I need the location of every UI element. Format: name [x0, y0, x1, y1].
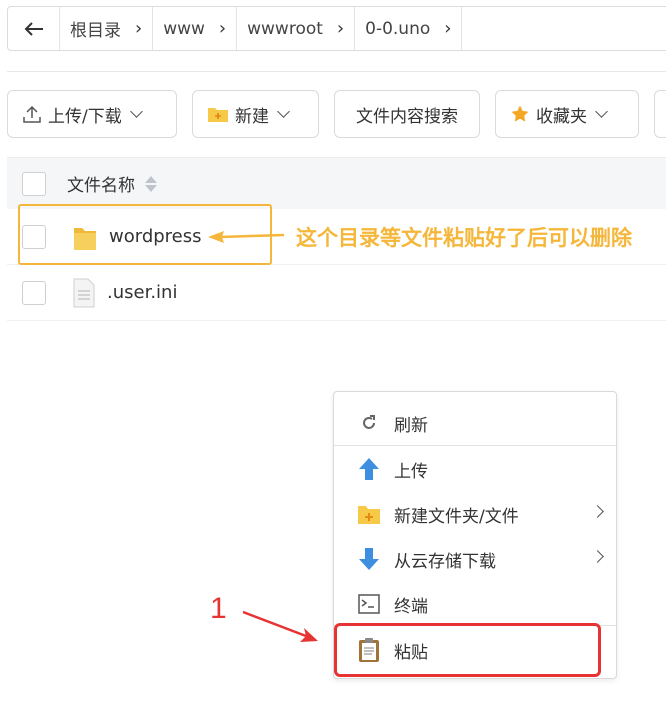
- upload-arrow-icon: [356, 457, 382, 481]
- upload-icon: [22, 104, 42, 124]
- table-row[interactable]: .user.ini: [7, 265, 666, 321]
- step-number: 1: [210, 592, 227, 625]
- new-folder-icon: [356, 503, 382, 525]
- menu-item-label: 从云存储下载: [394, 551, 496, 572]
- annotation-arrow-icon: [208, 231, 285, 243]
- file-name[interactable]: .user.ini: [107, 282, 177, 303]
- row-checkbox[interactable]: [22, 280, 46, 305]
- new-button[interactable]: 新建: [192, 90, 319, 138]
- chevron-right-icon: ›: [336, 18, 345, 39]
- chevron-down-icon: [595, 105, 608, 118]
- breadcrumb-item-www[interactable]: www ›: [153, 7, 238, 50]
- search-content-label: 文件内容搜索: [356, 106, 458, 127]
- menu-separator: [334, 445, 616, 446]
- back-arrow-icon[interactable]: [8, 7, 60, 50]
- chevron-down-icon: [129, 105, 143, 118]
- menu-item-terminal[interactable]: 终端: [334, 582, 616, 626]
- column-header-name[interactable]: 文件名称: [67, 171, 135, 196]
- breadcrumb-item-wwwroot[interactable]: wwwroot ›: [237, 7, 356, 50]
- chevron-down-icon: [277, 105, 290, 118]
- breadcrumb-label: wwwroot: [247, 18, 323, 39]
- upload-download-button[interactable]: 上传/下载: [7, 90, 177, 138]
- sort-icon[interactable]: [145, 175, 157, 192]
- chevron-right-icon: ›: [135, 18, 143, 39]
- menu-item-label: 上传: [394, 461, 428, 482]
- breadcrumb-label: 根目录: [70, 21, 121, 41]
- step-arrow-icon: [242, 610, 318, 642]
- download-arrow-icon: [356, 547, 382, 571]
- breadcrumb: 根目录 › www › wwwroot › 0-0.uno ›: [7, 6, 666, 51]
- menu-item-label: 刷新: [394, 415, 428, 436]
- new-label: 新建: [235, 106, 269, 127]
- menu-item-new-folder-file[interactable]: 新建文件夹/文件: [334, 492, 616, 536]
- menu-item-cloud-download[interactable]: 从云存储下载: [334, 537, 616, 581]
- annotation-note: 这个目录等文件粘贴好了后可以删除: [296, 226, 632, 250]
- favorites-button[interactable]: 收藏夹: [495, 90, 639, 138]
- refresh-icon: [356, 414, 382, 432]
- star-icon: [510, 104, 530, 124]
- more-button[interactable]: [654, 90, 666, 138]
- search-content-button[interactable]: 文件内容搜索: [334, 90, 480, 138]
- menu-item-label: 新建文件夹/文件: [394, 506, 519, 527]
- upload-download-label: 上传/下载: [48, 106, 122, 127]
- chevron-right-icon: ›: [218, 18, 227, 39]
- menu-item-refresh[interactable]: 刷新: [334, 401, 616, 445]
- favorites-label: 收藏夹: [536, 106, 587, 127]
- menu-item-upload[interactable]: 上传: [334, 447, 616, 491]
- menu-item-label: 终端: [394, 596, 428, 617]
- new-folder-icon: [207, 105, 229, 123]
- breadcrumb-label: www: [163, 18, 205, 39]
- breadcrumb-item-root[interactable]: 根目录 ›: [60, 7, 154, 50]
- paste-highlight-box: [334, 623, 601, 677]
- breadcrumb-label: 0-0.uno: [365, 18, 431, 39]
- breadcrumb-item-site[interactable]: 0-0.uno ›: [355, 7, 463, 50]
- chevron-right-icon: ›: [444, 18, 452, 39]
- chevron-right-icon: [591, 505, 604, 518]
- chevron-right-icon: [591, 550, 604, 563]
- table-header: 文件名称: [7, 157, 666, 209]
- terminal-icon: [356, 594, 382, 614]
- select-all-checkbox[interactable]: [22, 171, 46, 196]
- file-icon: [72, 278, 96, 308]
- divider: [7, 71, 666, 72]
